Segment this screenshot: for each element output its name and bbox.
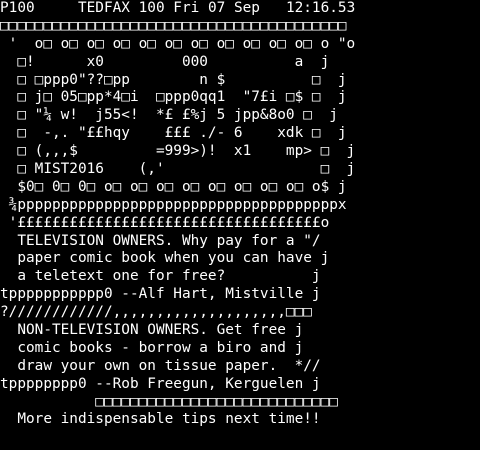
teletext-screen: P100 TEDFAX 100 Fri 07 Sep 12:16.53 □□□□…	[0, 0, 480, 450]
ad-text-line: a teletext one for free? j	[0, 268, 321, 285]
mosaic-row: □ (,,,$ =999>)! x1 mp> □ j	[0, 143, 356, 160]
mosaic-row: □ -,. "££hqy £££ ./- 6 xdk □ j	[0, 125, 347, 142]
page-number: P100	[0, 0, 35, 16]
mosaic-row: ?////////////,,,,,,,,,,,,,,,,,,,,□□□	[0, 304, 312, 321]
mosaic-row: □ □ppp0"??□pp n $ □ j	[0, 71, 347, 88]
mosaic-row: □ "¼ w! j55<! *£ £%j 5 jpp&8o0 □ j	[0, 107, 338, 124]
mosaic-row: □□□□□□□□□□□□□□□□□□□□□□□□□□□□	[0, 393, 338, 410]
footer-text: More indispensable tips next time!!	[0, 411, 321, 428]
ad-text-line: paper comic book when you can have j	[0, 250, 330, 267]
mosaic-border-top: □□□□□□□□□□□□□□□□□□□□□□□□□□□□□□□□□□□□□□□□	[0, 17, 347, 34]
ad-text-line: TELEVISION OWNERS. Why pay for a "/	[0, 232, 321, 249]
mosaic-row: '£££££££££££££££££££££££££££££££££££o	[0, 214, 330, 231]
mosaic-row: □! x0 000 a j	[0, 53, 330, 70]
header-time: 12:16.53	[285, 0, 356, 16]
ad-text-line: NON-TELEVISION OWNERS. Get free j	[0, 322, 304, 339]
ad-text-line: draw your own on tissue paper. *//	[0, 357, 321, 374]
header-row: P100 TEDFAX 100 Fri 07 Sep 12:16.53	[0, 0, 480, 18]
mosaic-row: □ MIST2016 (,' □ j	[0, 161, 356, 178]
mosaic-row: ¾pppppppppppppppppppppppppppppppppppppx	[0, 196, 347, 213]
ad-attribution-line: tpppppppp0 --Rob Freegun, Kerguelen j	[0, 375, 321, 392]
ad-text-line: comic books - borrow a biro and j	[0, 339, 304, 356]
mosaic-row: □ j□ 05□pp*4□i □ppp0qq1 "7£i □$ □ j	[0, 89, 347, 106]
service-name: TEDFAX 100	[77, 0, 165, 16]
mosaic-row: $0□ 0□ 0□ o□ o□ o□ o□ o□ o□ o□ o□ o$ j	[0, 178, 347, 195]
mosaic-row: ' o□ o□ o□ o□ o□ o□ o□ o□ o□ o□ o□ o "o	[0, 35, 356, 52]
ad-attribution-line: tppppppppppp0 --Alf Hart, Mistville j	[0, 286, 321, 303]
header-date: Fri 07 Sep	[173, 0, 260, 16]
